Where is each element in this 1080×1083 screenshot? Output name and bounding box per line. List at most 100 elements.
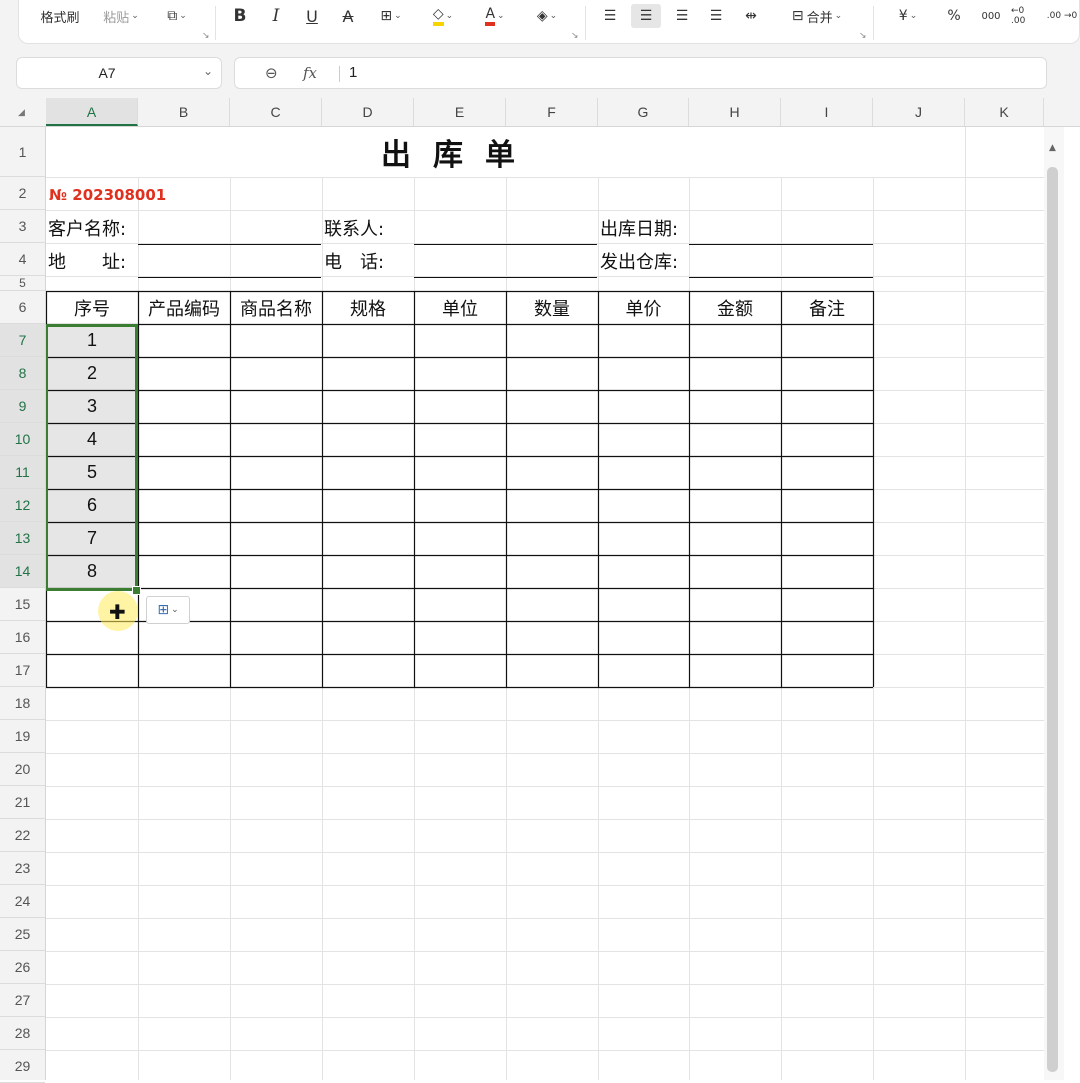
row-header-3[interactable]: 3 [0, 210, 45, 243]
formula-input[interactable]: ⊖ fx 1 [234, 57, 1047, 89]
row-header-23[interactable]: 23 [0, 852, 45, 885]
increase-decimal-button[interactable]: ←0 .00 [1011, 4, 1041, 28]
dialog-launcher-icon[interactable]: ↘ [571, 31, 579, 41]
serial-cell[interactable]: 5 [46, 456, 138, 489]
column-header-i[interactable]: I [781, 98, 873, 126]
doc-number[interactable]: № 202308001 [49, 178, 166, 211]
align-left-button[interactable]: ☰ [597, 4, 623, 28]
name-box[interactable]: A7 ⌄ [16, 57, 222, 89]
zoom-icon[interactable]: ⊖ [265, 64, 278, 82]
table-header-cell[interactable]: 商品名称 [230, 291, 322, 324]
dialog-launcher-icon[interactable]: ↘ [202, 31, 210, 41]
align-right-button[interactable]: ☰ [669, 4, 695, 28]
worksheet[interactable]: 出库单 № 202308001 客户名称: 联系人: 出库日期: 地 址: 电 … [46, 127, 1044, 1080]
italic-button[interactable]: I [263, 4, 289, 28]
serial-cell[interactable]: 2 [46, 357, 138, 390]
phone-label[interactable]: 电 话: [324, 244, 384, 277]
font-color-button[interactable]: A ⌄ [475, 4, 515, 28]
row-header-29[interactable]: 29 [0, 1050, 45, 1083]
serial-cell[interactable]: 7 [46, 522, 138, 555]
sheet-title[interactable]: 出库单 [46, 127, 872, 177]
scroll-up-icon[interactable]: ▲ [1049, 143, 1056, 153]
table-header-cell[interactable]: 规格 [322, 291, 414, 324]
paste-button[interactable]: 粘贴 ⌄ [97, 4, 145, 28]
serial-cell[interactable]: 8 [46, 555, 138, 588]
borders-button[interactable]: ⊞ ⌄ [371, 4, 411, 28]
row-header-14[interactable]: 14 [0, 555, 45, 588]
serial-cell[interactable]: 4 [46, 423, 138, 456]
row-header-17[interactable]: 17 [0, 654, 45, 687]
column-header-f[interactable]: F [506, 98, 598, 126]
row-header-20[interactable]: 20 [0, 753, 45, 786]
row-header-15[interactable]: 15 [0, 588, 45, 621]
serial-cell[interactable]: 1 [46, 324, 138, 357]
row-header-9[interactable]: 9 [0, 390, 45, 423]
row-header-21[interactable]: 21 [0, 786, 45, 819]
paste-options-button[interactable]: ⧉ ⌄ [157, 4, 197, 28]
dialog-launcher-icon[interactable]: ↘ [859, 31, 867, 41]
table-header-cell[interactable]: 单价 [598, 291, 689, 324]
thousands-button[interactable]: 000 [977, 4, 1005, 28]
format-painter-button[interactable]: 格式刷 [35, 4, 85, 28]
strikethrough-button[interactable]: A [335, 4, 361, 28]
column-header-j[interactable]: J [873, 98, 965, 126]
column-header-d[interactable]: D [322, 98, 414, 126]
row-header-13[interactable]: 13 [0, 522, 45, 555]
select-all-icon[interactable]: ◢ [18, 108, 25, 118]
table-header-cell[interactable]: 产品编码 [138, 291, 230, 324]
decrease-decimal-button[interactable]: .00 →0 [1045, 4, 1079, 28]
serial-cell[interactable]: 3 [46, 390, 138, 423]
warehouse-label[interactable]: 发出仓库: [600, 244, 678, 277]
table-header-cell[interactable]: 备注 [781, 291, 873, 324]
row-header-19[interactable]: 19 [0, 720, 45, 753]
fill-color-button[interactable]: ◇ ⌄ [423, 4, 463, 28]
align-center-button[interactable]: ☰ [631, 4, 661, 28]
table-header-cell[interactable]: 数量 [506, 291, 598, 324]
fill-handle[interactable] [132, 586, 141, 595]
distributed-button[interactable]: ⇹ [737, 4, 765, 28]
function-icon[interactable]: fx [303, 64, 317, 82]
table-header-cell[interactable]: 序号 [46, 291, 138, 324]
row-header-16[interactable]: 16 [0, 621, 45, 654]
column-header-k[interactable]: K [965, 98, 1044, 126]
row-header-4[interactable]: 4 [0, 243, 45, 276]
row-header-7[interactable]: 7 [0, 324, 45, 357]
column-header-a[interactable]: A [46, 98, 138, 126]
percent-button[interactable]: % [941, 4, 967, 28]
row-header-18[interactable]: 18 [0, 687, 45, 720]
row-header-5[interactable]: 5 [0, 276, 45, 291]
address-label[interactable]: 地 址: [48, 244, 126, 277]
vertical-scrollbar[interactable]: ▲ [1044, 127, 1064, 1080]
table-header-cell[interactable]: 单位 [414, 291, 506, 324]
customer-label[interactable]: 客户名称: [48, 211, 126, 244]
currency-button[interactable]: ¥ ⌄ [887, 4, 929, 28]
date-label[interactable]: 出库日期: [600, 211, 678, 244]
row-header-28[interactable]: 28 [0, 1017, 45, 1050]
chevron-down-icon[interactable]: ⌄ [203, 64, 213, 78]
contact-label[interactable]: 联系人: [324, 211, 384, 244]
row-header-8[interactable]: 8 [0, 357, 45, 390]
clear-button[interactable]: ◈ ⌄ [527, 4, 567, 28]
column-header-b[interactable]: B [138, 98, 230, 126]
justify-button[interactable]: ☰ [703, 4, 729, 28]
row-header-11[interactable]: 11 [0, 456, 45, 489]
row-header-12[interactable]: 12 [0, 489, 45, 522]
column-header-c[interactable]: C [230, 98, 322, 126]
scrollbar-thumb[interactable] [1047, 167, 1058, 1072]
column-header-e[interactable]: E [414, 98, 506, 126]
row-header-6[interactable]: 6 [0, 291, 45, 324]
row-header-24[interactable]: 24 [0, 885, 45, 918]
row-header-27[interactable]: 27 [0, 984, 45, 1017]
row-header-22[interactable]: 22 [0, 819, 45, 852]
formula-value[interactable]: 1 [349, 64, 357, 81]
autofill-options-button[interactable]: ⊞ ⌄ [146, 596, 190, 624]
serial-cell[interactable]: 6 [46, 489, 138, 522]
merge-button[interactable]: ⊟ 合并 ⌄ [779, 4, 855, 28]
bold-button[interactable]: B [227, 4, 253, 28]
table-header-cell[interactable]: 金额 [689, 291, 781, 324]
row-header-26[interactable]: 26 [0, 951, 45, 984]
row-header-2[interactable]: 2 [0, 177, 45, 210]
column-header-h[interactable]: H [689, 98, 781, 126]
row-header-10[interactable]: 10 [0, 423, 45, 456]
row-header-25[interactable]: 25 [0, 918, 45, 951]
